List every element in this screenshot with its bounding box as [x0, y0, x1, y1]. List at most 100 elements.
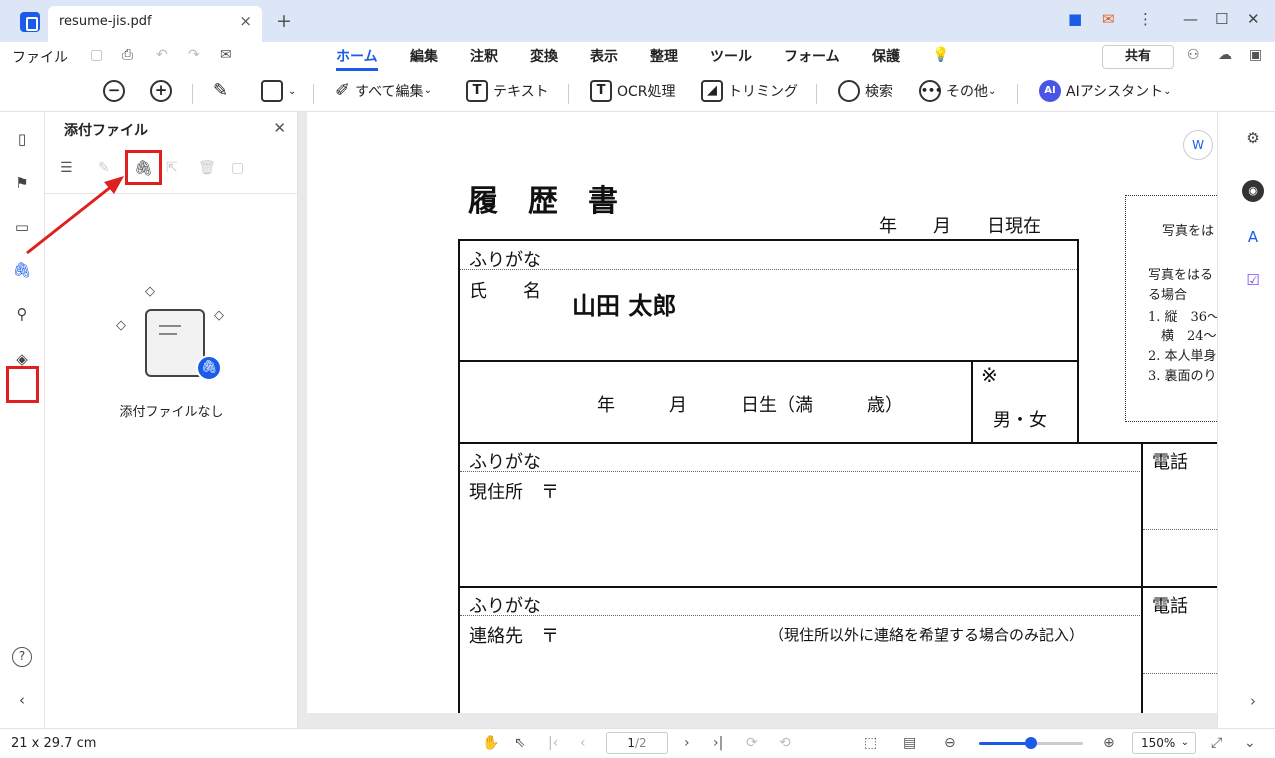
chevron-down-icon: ⌄: [1163, 85, 1172, 97]
photo-text: る場合: [1148, 288, 1188, 303]
share-button[interactable]: 共有: [1102, 45, 1174, 69]
open-attachment-icon[interactable]: ⇱: [166, 160, 178, 176]
sort-icon[interactable]: ☰: [60, 160, 73, 176]
select-tool-icon[interactable]: ⇖: [514, 735, 526, 751]
undo-icon[interactable]: ↶: [156, 47, 168, 63]
zoom-in-button[interactable]: +: [150, 80, 177, 102]
contact-note: （現住所以外に連絡を希望する場合のみ記入）: [769, 626, 1085, 644]
tab-organize[interactable]: 整理: [650, 46, 678, 66]
search-button[interactable]: 検索: [838, 80, 893, 102]
zoom-level-select[interactable]: 150% ⌄: [1132, 732, 1196, 754]
network-icon[interactable]: ⚇: [1187, 47, 1200, 63]
panel-splitter[interactable]: [298, 112, 307, 728]
properties-icon[interactable]: ⚙: [1242, 127, 1264, 149]
fit-screen-icon[interactable]: ⤢: [1211, 735, 1222, 751]
page-thumbnail-icon[interactable]: ▯: [12, 129, 32, 149]
zoom-out-icon: −: [103, 80, 125, 102]
tab-form[interactable]: フォーム: [784, 46, 840, 66]
tab-edit[interactable]: 編集: [410, 46, 438, 66]
cloud-upload-icon[interactable]: ☁: [1218, 47, 1232, 63]
highlight-button[interactable]: ✎: [213, 80, 228, 101]
add-attachment-icon[interactable]: 🖇: [134, 159, 153, 177]
translate-icon[interactable]: A: [1242, 226, 1264, 248]
ocr-label: OCR処理: [617, 84, 676, 100]
trim-button[interactable]: ◢ トリミング: [701, 80, 798, 102]
file-menu[interactable]: ファイル: [12, 47, 68, 67]
rotate-icon[interactable]: ⟳: [746, 735, 758, 751]
search-icon[interactable]: ⚲: [12, 304, 32, 324]
bookmark-icon[interactable]: ⚑: [12, 173, 32, 193]
shape-button[interactable]: ⌄: [261, 80, 296, 102]
text-button[interactable]: T テキスト: [466, 80, 549, 102]
ai-assistant-button[interactable]: AI AIアシスタント ⌄: [1039, 80, 1172, 102]
furigana-label: ふりがな: [469, 250, 541, 271]
scroll-down-icon[interactable]: ⌄: [1244, 735, 1256, 751]
tab-annotate[interactable]: 注釈: [470, 46, 498, 66]
photo-box: 写真をは 写真をはる る場合 1. 縦 36〜 横 24〜 2. 本人単身 3.…: [1125, 195, 1217, 422]
chevron-down-icon: ⌄: [423, 85, 432, 96]
edit-all-button[interactable]: ✐ すべて編集 ⌄: [335, 80, 432, 101]
layers-icon[interactable]: ◈: [12, 349, 32, 369]
layout-icon[interactable]: ▤: [903, 735, 916, 751]
photo-text: 3. 裏面のり: [1148, 369, 1217, 384]
ai-icon: AI: [1039, 80, 1061, 102]
translate-icon[interactable]: W: [1183, 130, 1213, 160]
lightbulb-icon[interactable]: 💡: [932, 47, 949, 63]
first-page-icon[interactable]: |‹: [548, 735, 558, 751]
name-value: 山田 太郎: [572, 292, 677, 320]
crop-icon: ◢: [701, 80, 723, 102]
minimize-icon[interactable]: —: [1183, 10, 1198, 28]
tab-close-icon[interactable]: ×: [239, 12, 252, 30]
attachment-icon[interactable]: 🖇: [12, 260, 32, 280]
zoom-out-button[interactable]: −: [103, 80, 130, 102]
zoom-slider-handle[interactable]: [1025, 737, 1037, 749]
horizontal-scrollbar[interactable]: [307, 713, 1217, 728]
photo-text: 1. 縦 36〜: [1148, 310, 1217, 325]
panel-toggle-icon[interactable]: ▣: [1249, 47, 1262, 63]
tab-protect[interactable]: 保護: [872, 46, 900, 66]
save-attachment-icon[interactable]: ▢: [231, 160, 244, 176]
last-page-icon[interactable]: ›|: [713, 735, 723, 751]
tab-view[interactable]: 表示: [590, 46, 618, 66]
hand-tool-icon[interactable]: ✋: [482, 735, 499, 751]
contact-label: 連絡先 〒: [469, 626, 559, 647]
notification-icon[interactable]: ✉: [1102, 10, 1115, 28]
menu-bar: ファイル ▢ ⎙ ↶ ↷ ✉ ホーム 編集 注釈 変換 表示 整理 ツール フォ…: [0, 42, 1275, 72]
tab-tools[interactable]: ツール: [710, 46, 752, 66]
date-line: 年 月 日現在: [879, 216, 1041, 237]
comment-icon[interactable]: ▭: [12, 217, 32, 237]
tab-convert[interactable]: 変換: [530, 46, 558, 66]
mail-icon[interactable]: ✉: [220, 47, 232, 63]
chevron-left-icon[interactable]: ‹: [12, 690, 32, 710]
zoom-out-icon[interactable]: ⊖: [944, 735, 956, 751]
account-icon[interactable]: ■: [1068, 10, 1082, 28]
more-button[interactable]: ••• その他 ⌄: [919, 80, 996, 102]
more-menu-icon[interactable]: ⋮: [1138, 10, 1153, 28]
next-page-icon[interactable]: ›: [684, 735, 690, 751]
tab-home[interactable]: ホーム: [336, 46, 378, 71]
zoom-in-icon[interactable]: ⊕: [1103, 735, 1115, 751]
page-indicator[interactable]: 1/2: [606, 732, 668, 754]
help-icon[interactable]: ?: [12, 647, 32, 667]
ai-robot-icon[interactable]: ◉: [1242, 180, 1264, 202]
prev-page-icon[interactable]: ‹: [580, 735, 586, 751]
print-icon[interactable]: ⎙: [122, 47, 133, 63]
close-window-icon[interactable]: ✕: [1247, 10, 1260, 28]
delete-icon[interactable]: 🗑: [198, 160, 216, 176]
page-mode-icon[interactable]: ⬚: [864, 735, 877, 751]
zoom-slider[interactable]: [979, 737, 1083, 749]
name-label: 氏 名: [469, 281, 541, 302]
rotate-back-icon[interactable]: ⟲: [779, 735, 791, 751]
save-icon[interactable]: ▢: [90, 47, 103, 63]
chevron-right-icon[interactable]: ›: [1242, 690, 1264, 712]
document-tab[interactable]: resume-jis.pdf ×: [48, 6, 262, 42]
more-label: その他: [946, 84, 988, 100]
check-task-icon[interactable]: ☑: [1242, 269, 1264, 291]
ocr-button[interactable]: T OCR処理: [590, 80, 676, 102]
edit-attachment-icon[interactable]: ✎: [98, 160, 110, 176]
new-tab-icon[interactable]: +: [276, 10, 292, 32]
maximize-icon[interactable]: ☐: [1215, 10, 1228, 28]
redo-icon[interactable]: ↷: [188, 47, 200, 63]
close-icon[interactable]: ✕: [273, 119, 286, 137]
page-current: 1: [627, 736, 635, 750]
